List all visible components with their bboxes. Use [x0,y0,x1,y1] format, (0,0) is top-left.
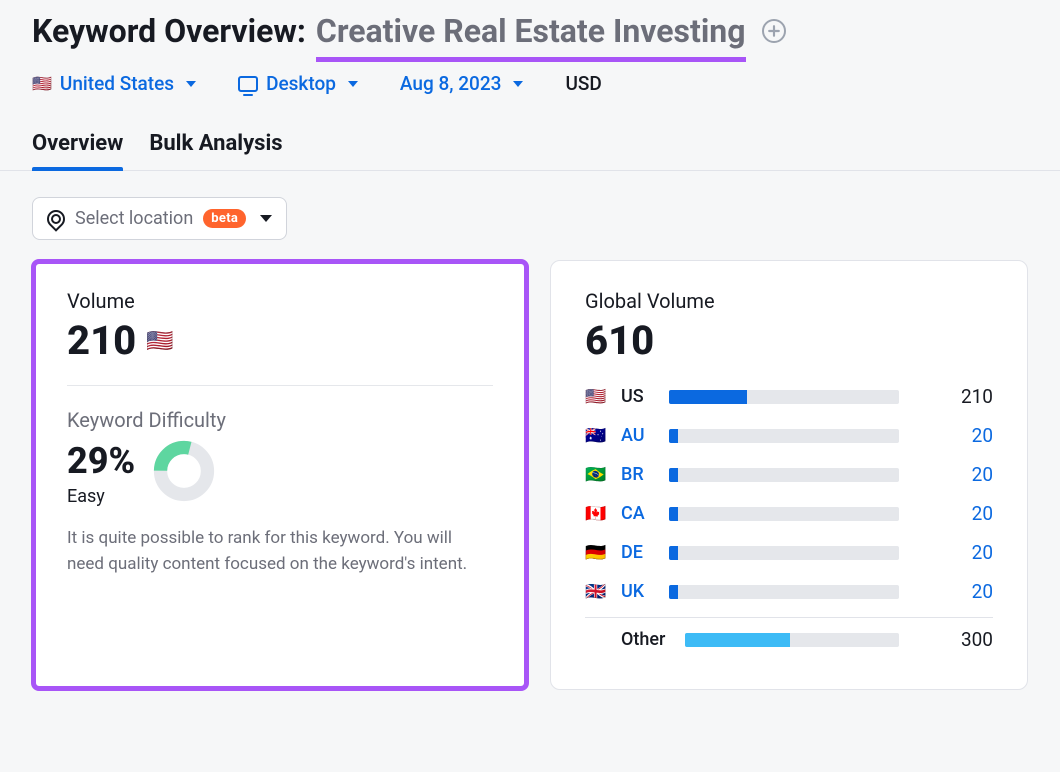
volume-label: Volume [67,289,493,313]
location-selector[interactable]: Select location beta [32,197,287,240]
global-volume-card: Global Volume 610 🇺🇸 US 210 🇦🇺 AU 20 🇧🇷 BR 20 🇨🇦 C… [550,260,1028,690]
kd-level: Easy [67,486,135,507]
location-placeholder: Select location [75,208,193,229]
chevron-down-icon [513,81,523,87]
country-value: 210 [913,385,993,408]
title-prefix: Keyword Overview: [32,12,306,50]
country-row: 🇩🇪 DE 20 [585,533,993,572]
country-flag-icon: 🇦🇺 [585,426,607,446]
country-flag-icon: 🇺🇸 [585,387,607,407]
country-flag-icon: 🇬🇧 [585,582,607,602]
country-row: 🇺🇸 US 210 [585,377,993,416]
kd-text-block: 29% Easy [67,440,135,507]
volume-value-row: 210 🇺🇸 [67,321,493,361]
country-flag-icon: 🇩🇪 [585,543,607,563]
date-filter[interactable]: Aug 8, 2023 [400,72,524,95]
chevron-down-icon [348,81,358,87]
country-code[interactable]: BR [621,464,655,485]
beta-badge: beta [203,209,246,228]
bar-track [669,390,899,404]
country-value[interactable]: 20 [913,580,993,603]
country-value[interactable]: 20 [913,541,993,564]
bar-track [669,507,899,521]
us-flag-icon: 🇺🇸 [146,329,173,354]
bar-track [669,429,899,443]
bar-fill [669,390,747,404]
kd-row: 29% Easy [67,440,493,507]
bar-track [669,468,899,482]
country-flag-icon: 🇧🇷 [585,465,607,485]
country-row: 🇦🇺 AU 20 [585,416,993,455]
country-value[interactable]: 20 [913,502,993,525]
bar-fill [669,585,678,599]
country-value[interactable]: 20 [913,463,993,486]
location-selector-wrap: Select location beta [32,197,1028,240]
add-keyword-button[interactable] [762,19,786,43]
country-code[interactable]: CA [621,503,655,524]
kd-percent: 29% [67,440,135,482]
bar-fill [669,507,678,521]
chevron-down-icon [260,215,272,222]
country-code[interactable]: UK [621,581,655,602]
us-flag-icon: 🇺🇸 [32,76,52,92]
bar-fill [669,546,678,560]
title-keyword: Creative Real Estate Investing [316,12,746,50]
country-filter[interactable]: 🇺🇸 United States [32,72,196,95]
country-row: 🇧🇷 BR 20 [585,455,993,494]
plus-icon [768,25,780,37]
bar-track [685,633,899,647]
device-filter-label: Desktop [266,72,336,95]
kd-label: Keyword Difficulty [67,408,493,432]
country-list: 🇺🇸 US 210 🇦🇺 AU 20 🇧🇷 BR 20 🇨🇦 CA 20 🇩🇪 DE 20 🇬🇧 UK 20 [585,377,993,611]
title-keyword-text: Creative Real Estate Investing [316,12,746,50]
bar-fill [669,468,678,482]
currency-label: USD [565,72,601,95]
tab-bulk-analysis[interactable]: Bulk Analysis [149,119,282,170]
global-volume-value: 610 [585,321,993,361]
divider [67,385,493,386]
country-code[interactable]: AU [621,425,655,446]
bar-track [669,585,899,599]
country-filter-label: United States [60,72,174,95]
cards-row: Volume 210 🇺🇸 Keyword Difficulty 29% Eas… [32,260,1028,690]
country-row: 🇬🇧 UK 20 [585,572,993,611]
bar-track [669,546,899,560]
global-volume-label: Global Volume [585,289,993,313]
map-pin-icon [43,206,68,231]
divider [585,617,993,618]
tab-overview[interactable]: Overview [32,119,123,170]
volume-card: Volume 210 🇺🇸 Keyword Difficulty 29% Eas… [32,260,528,690]
volume-value: 210 [67,321,136,361]
country-code: US [621,386,655,407]
page-title-row: Keyword Overview: Creative Real Estate I… [32,12,1028,50]
kd-donut-chart [153,440,215,502]
filter-bar: 🇺🇸 United States Desktop Aug 8, 2023 USD [32,72,1028,95]
desktop-icon [238,76,258,92]
date-filter-label: Aug 8, 2023 [400,72,502,95]
country-value[interactable]: 20 [913,424,993,447]
other-value: 300 [913,628,993,651]
device-filter[interactable]: Desktop [238,72,358,95]
bar-fill [685,633,790,647]
kd-description: It is quite possible to rank for this ke… [67,525,493,578]
country-code[interactable]: DE [621,542,655,563]
country-flag-icon: 🇨🇦 [585,504,607,524]
chevron-down-icon [186,81,196,87]
tab-bar: Overview Bulk Analysis [0,119,1060,171]
highlight-underline [316,57,746,62]
other-row: Other 300 [585,620,993,659]
other-label: Other [621,629,671,650]
bar-fill [669,429,678,443]
country-row: 🇨🇦 CA 20 [585,494,993,533]
